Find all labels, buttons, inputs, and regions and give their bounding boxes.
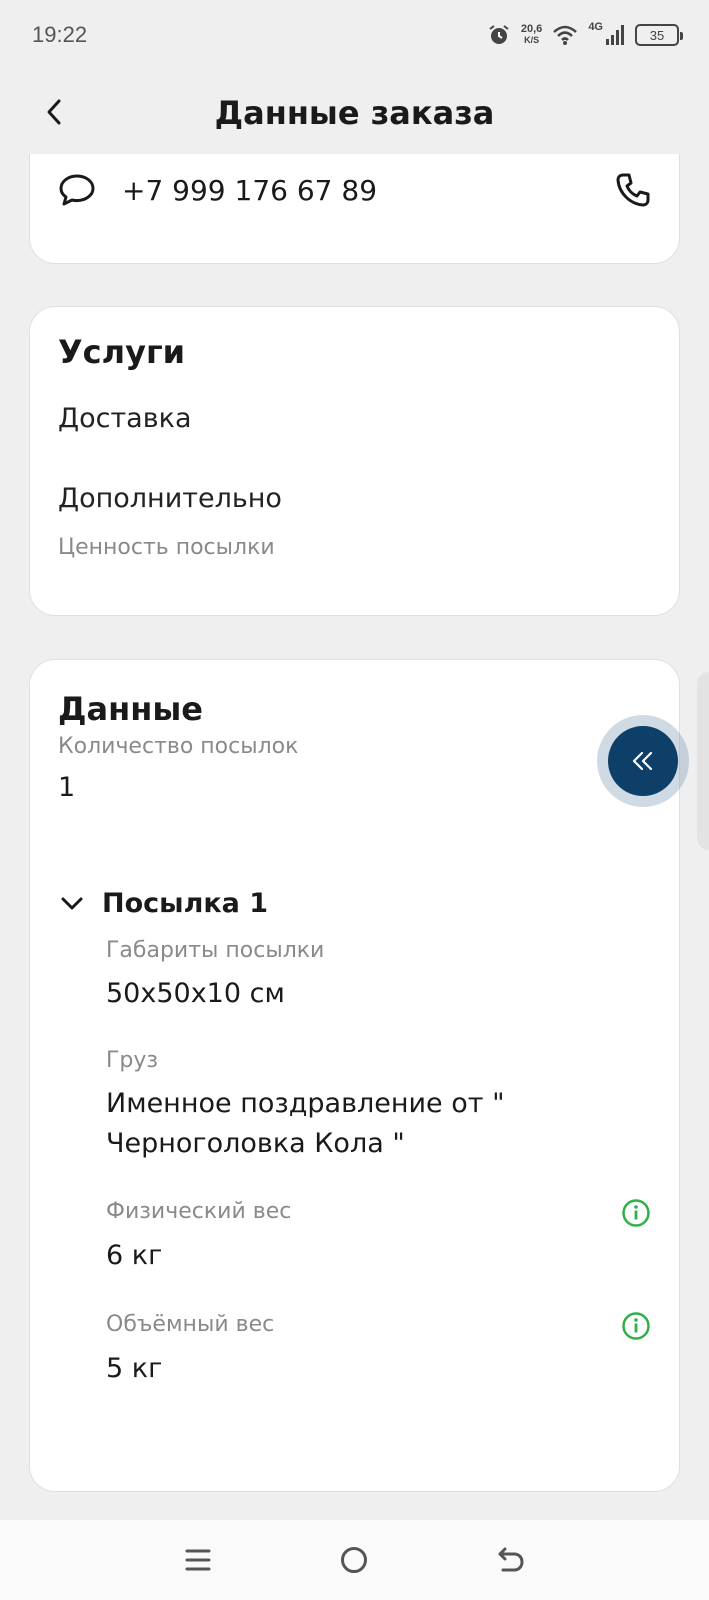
home-circle-icon: [341, 1547, 368, 1573]
menu-icon: [185, 1549, 211, 1571]
parcel-count-label: Количество посылок: [58, 734, 299, 759]
status-icons: 20,6 K/S 4G 35: [487, 20, 683, 50]
services-title: Услуги: [58, 333, 186, 371]
data-title: Данные: [58, 690, 203, 728]
data-card: Данные Количество посылок 1 Посылка 1 Га…: [29, 659, 680, 1492]
chat-icon[interactable]: [58, 172, 96, 208]
phone-row: +7 999 176 67 89: [58, 168, 651, 212]
delivery-item[interactable]: Доставка: [58, 403, 192, 434]
network-speed: 20,6 K/S: [521, 24, 542, 46]
additional-item[interactable]: Дополнительно: [58, 483, 282, 514]
parcel-title: Посылка 1: [102, 888, 269, 919]
back-nav-button[interactable]: [486, 1535, 536, 1585]
return-icon: [498, 1547, 524, 1572]
parcel-count-value: 1: [58, 772, 76, 803]
cargo-label: Груз: [106, 1048, 159, 1073]
speed-unit: K/S: [524, 35, 540, 45]
menu-button[interactable]: [173, 1535, 223, 1585]
speed-value: 20,6: [520, 23, 543, 35]
battery-level: 35: [649, 27, 665, 43]
system-nav-bar: [0, 1520, 709, 1600]
double-chevron-left-icon: [632, 751, 653, 771]
parcel-value-item: Ценность посылки: [58, 535, 275, 560]
network-type: 4G: [588, 21, 603, 33]
battery-icon: 35: [635, 24, 683, 46]
cargo-value-line1: Именное поздравление от ": [106, 1088, 505, 1119]
dimensions-value: 50x50x10 см: [106, 978, 285, 1009]
alarm-icon: [489, 25, 509, 44]
status-time: 19:22: [32, 22, 88, 47]
collapse-fab-inner[interactable]: [608, 726, 678, 796]
collapse-fab[interactable]: [597, 715, 689, 807]
physical-weight-label: Физический вес: [106, 1199, 292, 1224]
side-panel-handle[interactable]: [697, 672, 709, 850]
chevron-down-icon: [61, 897, 83, 909]
volume-weight-info-icon[interactable]: [621, 1311, 651, 1341]
physical-weight-info-icon[interactable]: [621, 1198, 651, 1228]
app-header: Данные заказа: [0, 72, 709, 154]
physical-weight-value: 6 кг: [106, 1240, 163, 1271]
services-card: Услуги Доставка Дополнительно Ценность п…: [29, 306, 680, 616]
signal-icon: [606, 25, 624, 45]
cargo-value-line2: Черноголовка Кола ": [106, 1128, 405, 1159]
phone-icon[interactable]: [615, 172, 651, 208]
dimensions-label: Габариты посылки: [106, 938, 325, 963]
wifi-icon: [553, 25, 578, 45]
volume-weight-label: Объёмный вес: [106, 1312, 275, 1337]
phone-number[interactable]: +7 999 176 67 89: [122, 174, 377, 207]
home-button[interactable]: [329, 1535, 379, 1585]
status-bar: 19:22 20,6 K/S 4G 35: [0, 0, 709, 72]
volume-weight-value: 5 кг: [106, 1353, 163, 1384]
parcel-toggle[interactable]: Посылка 1: [60, 888, 268, 919]
contact-card: +7 999 176 67 89: [29, 154, 680, 264]
page-title: Данные заказа: [214, 94, 495, 132]
